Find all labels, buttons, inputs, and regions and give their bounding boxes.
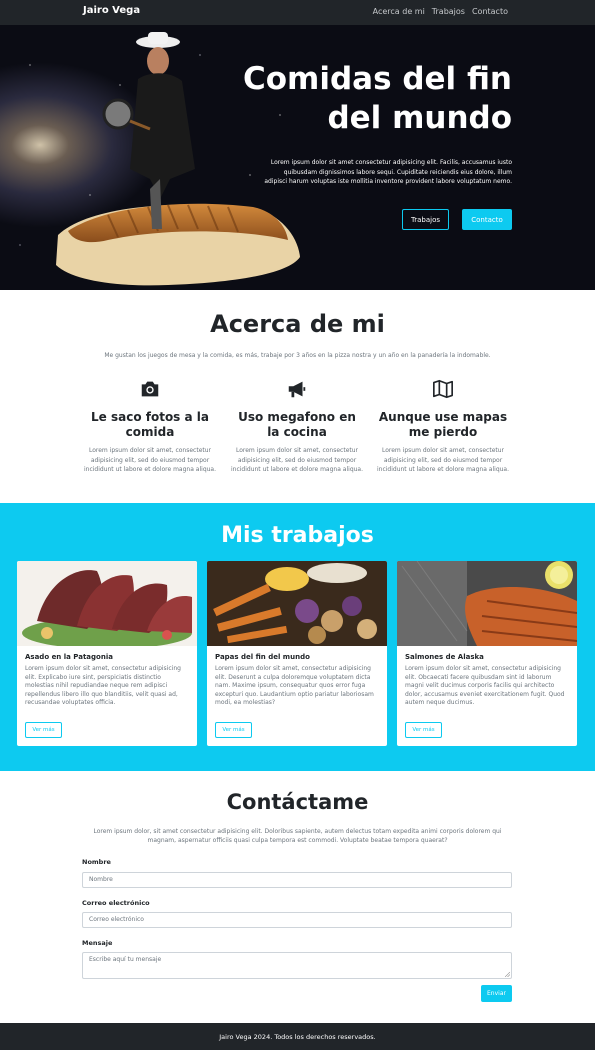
name-field[interactable]: Nombre xyxy=(82,872,512,888)
works-section: Mis trabajos Asado en la Patagonia Lorem… xyxy=(0,503,595,771)
footer-text: Jairo Vega 2024. Todos los derechos rese… xyxy=(219,1032,376,1041)
card-text: Lorem ipsum dolor sit amet, consectetur … xyxy=(25,665,181,707)
hero-title: Comidas del fin del mundo xyxy=(192,60,512,138)
email-label: Correo electrónico xyxy=(82,899,150,907)
feature-title: Aunque use mapas me pierdo xyxy=(378,410,508,439)
hero-section: Comidas del fin del mundo Lorem ipsum do… xyxy=(0,25,595,290)
nav-link-contact[interactable]: Contacto xyxy=(472,7,508,16)
feature-text: Lorem ipsum dolor sit amet, consectetur … xyxy=(376,447,510,473)
feature-text: Lorem ipsum dolor sit amet, consectetur … xyxy=(230,447,364,473)
nav-link-about[interactable]: Acerca de mi xyxy=(373,7,425,16)
feature-megaphone: Uso megafono en la cocina Lorem ipsum do… xyxy=(230,378,364,475)
works-title: Mis trabajos xyxy=(221,523,374,548)
contact-title: Contáctame xyxy=(226,790,369,814)
hero-contact-button[interactable]: Contacto xyxy=(462,209,512,230)
feature-photos: Le saco fotos a la comida Lorem ipsum do… xyxy=(83,378,217,475)
nav-links: Acerca de mi Trabajos Contacto xyxy=(373,7,508,16)
email-field[interactable]: Correo electrónico xyxy=(82,912,512,928)
card-title: Salmones de Alaska xyxy=(405,653,484,661)
hero-text: Lorem ipsum dolor sit amet consectetur a… xyxy=(264,159,512,185)
card-text: Lorem ipsum dolor sit amet, consectetur … xyxy=(405,665,565,707)
feature-title: Uso megafono en la cocina xyxy=(238,410,356,439)
about-lead: Me gustan los juegos de mesa y la comida… xyxy=(104,352,491,359)
steak-image xyxy=(17,561,197,646)
hero-title-line2: del mundo xyxy=(327,100,512,136)
hero-title-line1: Comidas del fin xyxy=(242,61,512,97)
footer: Jairo Vega 2024. Todos los derechos rese… xyxy=(0,1023,595,1050)
message-label: Mensaje xyxy=(82,939,113,947)
card-text: Lorem ipsum dolor sit amet, consectetur … xyxy=(215,665,374,707)
megaphone-icon xyxy=(288,381,306,398)
contact-lead: Lorem ipsum dolor, sit amet consectetur … xyxy=(93,828,502,844)
card-title: Asado en la Patagonia xyxy=(25,653,113,661)
hero-works-button[interactable]: Trabajos xyxy=(402,209,449,230)
message-textarea[interactable]: Escribe aquí tu mensaje xyxy=(82,952,512,979)
see-more-button[interactable]: Ver más xyxy=(25,722,62,738)
potatoes-image xyxy=(207,561,387,646)
card-title: Papas del fin del mundo xyxy=(215,653,310,661)
name-label: Nombre xyxy=(82,858,111,866)
work-card: Papas del fin del mundo Lorem ipsum dolo… xyxy=(207,561,387,746)
feature-maps: Aunque use mapas me pierdo Lorem ipsum d… xyxy=(376,378,510,475)
see-more-button[interactable]: Ver más xyxy=(405,722,442,738)
work-card: Salmones de Alaska Lorem ipsum dolor sit… xyxy=(397,561,577,746)
camera-icon xyxy=(141,381,159,397)
feature-text: Lorem ipsum dolor sit amet, consectetur … xyxy=(83,447,217,473)
navbar: Jairo Vega Acerca de mi Trabajos Contact… xyxy=(0,0,595,25)
map-icon xyxy=(433,379,453,399)
resize-handle-icon[interactable] xyxy=(505,972,510,977)
navbar-brand[interactable]: Jairo Vega xyxy=(83,5,140,16)
send-button[interactable]: Enviar xyxy=(481,985,512,1002)
work-card: Asado en la Patagonia Lorem ipsum dolor … xyxy=(17,561,197,746)
see-more-button[interactable]: Ver más xyxy=(215,722,252,738)
nav-link-works[interactable]: Trabajos xyxy=(432,7,465,16)
salmon-image xyxy=(397,561,577,646)
feature-title: Le saco fotos a la comida xyxy=(91,410,209,439)
about-title: Acerca de mi xyxy=(210,310,385,338)
